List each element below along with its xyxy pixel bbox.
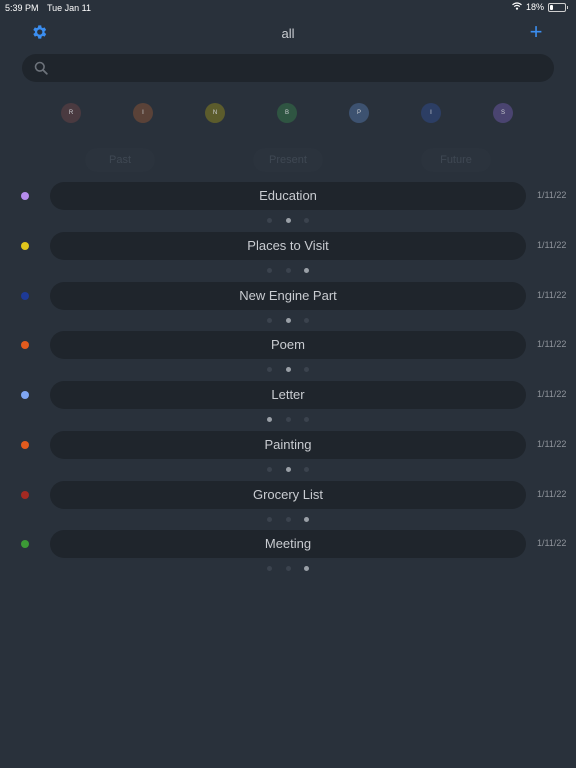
note-title-button[interactable]: New Engine Part — [50, 282, 526, 310]
page-dot — [286, 566, 291, 571]
search-input[interactable] — [56, 58, 542, 80]
note-color-dot — [21, 491, 29, 499]
note-row: Grocery List 1/11/22 — [0, 481, 576, 529]
filter-chip-b[interactable]: B — [277, 103, 297, 123]
note-row: New Engine Part 1/11/22 — [0, 282, 576, 330]
page-dot — [286, 218, 291, 223]
note-color-dot — [21, 341, 29, 349]
time-segment-control: Past Present Future — [0, 148, 576, 172]
note-title-button[interactable]: Meeting — [50, 530, 526, 558]
page-indicator — [0, 268, 576, 274]
page-dot — [286, 517, 291, 522]
status-bar: 5:39 PM Tue Jan 11 18% — [0, 0, 576, 16]
battery-percent: 18% — [525, 2, 544, 12]
status-time: 5:39 PM — [5, 3, 39, 13]
page-dot — [286, 318, 291, 323]
search-bar[interactable] — [22, 54, 554, 82]
note-color-dot — [21, 292, 29, 300]
note-date: 1/11/22 — [537, 339, 567, 349]
note-title-button[interactable]: Poem — [50, 331, 526, 359]
page-indicator — [0, 517, 576, 523]
page-indicator — [0, 467, 576, 473]
page-dot — [304, 367, 309, 372]
page-indicator — [0, 367, 576, 373]
page-dot — [267, 318, 272, 323]
wifi-icon — [512, 2, 522, 12]
segment-present[interactable]: Present — [253, 148, 323, 172]
page-dot — [286, 268, 291, 273]
note-title-button[interactable]: Grocery List — [50, 481, 526, 509]
page-dot — [304, 318, 309, 323]
page-dot — [286, 367, 291, 372]
note-row: Places to Visit 1/11/22 — [0, 232, 576, 280]
note-date: 1/11/22 — [537, 538, 567, 548]
note-color-dot — [21, 192, 29, 200]
page-dot — [304, 517, 309, 522]
battery-icon — [548, 2, 566, 12]
note-date: 1/11/22 — [537, 489, 567, 499]
note-date: 1/11/22 — [537, 439, 567, 449]
battery-tip — [567, 5, 568, 9]
note-row: Meeting 1/11/22 — [0, 530, 576, 578]
page-title: all — [281, 26, 295, 41]
page-dot — [267, 218, 272, 223]
note-color-dot — [21, 391, 29, 399]
filter-chip-n[interactable]: N — [205, 103, 225, 123]
note-row: Poem 1/11/22 — [0, 331, 576, 379]
category-filters: R I N B P I S — [0, 103, 576, 125]
page-dot — [304, 268, 309, 273]
filter-chip-i-2[interactable]: I — [421, 103, 441, 123]
note-date: 1/11/22 — [537, 240, 567, 250]
note-color-dot — [21, 540, 29, 548]
note-title-button[interactable]: Education — [50, 182, 526, 210]
filter-chip-p[interactable]: P — [349, 103, 369, 123]
status-date: Tue Jan 11 — [47, 3, 92, 13]
note-color-dot — [21, 441, 29, 449]
note-row: Painting 1/11/22 — [0, 431, 576, 479]
page-indicator — [0, 417, 576, 423]
segment-past[interactable]: Past — [85, 148, 155, 172]
page-dot — [304, 566, 309, 571]
page-indicator — [0, 218, 576, 224]
page-dot — [267, 417, 272, 422]
header: all + — [0, 20, 576, 46]
note-title-button[interactable]: Letter — [50, 381, 526, 409]
page-dot — [304, 218, 309, 223]
filter-chip-i[interactable]: I — [133, 103, 153, 123]
segment-future[interactable]: Future — [421, 148, 491, 172]
page-dot — [304, 467, 309, 472]
search-icon — [34, 61, 48, 80]
filter-chip-r[interactable]: R — [61, 103, 81, 123]
note-date: 1/11/22 — [537, 290, 567, 300]
page-dot — [304, 417, 309, 422]
note-row: Education 1/11/22 — [0, 182, 576, 230]
page-dot — [267, 566, 272, 571]
page-indicator — [0, 318, 576, 324]
note-color-dot — [21, 242, 29, 250]
page-dot — [267, 517, 272, 522]
note-row: Letter 1/11/22 — [0, 381, 576, 429]
page-dot — [267, 367, 272, 372]
page-dot — [267, 467, 272, 472]
page-dot — [286, 467, 291, 472]
note-date: 1/11/22 — [537, 389, 567, 399]
note-title-button[interactable]: Painting — [50, 431, 526, 459]
status-indicators: 18% — [512, 2, 568, 12]
note-title-button[interactable]: Places to Visit — [50, 232, 526, 260]
note-date: 1/11/22 — [537, 190, 567, 200]
page-dot — [286, 417, 291, 422]
filter-chip-s[interactable]: S — [493, 103, 513, 123]
page-indicator — [0, 566, 576, 572]
page-dot — [267, 268, 272, 273]
add-note-button[interactable]: + — [528, 21, 544, 43]
